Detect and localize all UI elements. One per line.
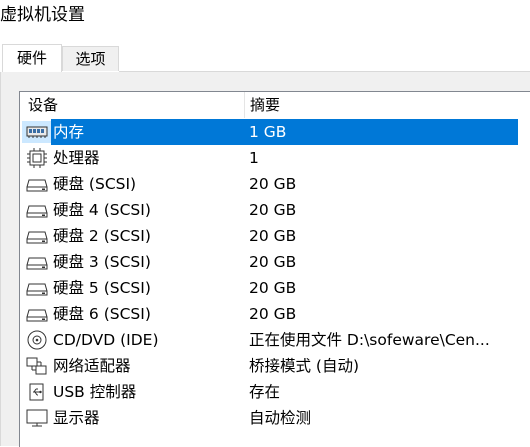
hard-disk-icon [26, 278, 48, 298]
device-summary: 20 GB [249, 201, 297, 219]
device-row-hard-disk-5[interactable]: 硬盘 5 (SCSI) 20 GB [20, 275, 530, 301]
window-title: 虚拟机设置 [0, 5, 85, 25]
device-summary: 桥接模式 (自动) [249, 357, 360, 375]
memory-icon [26, 122, 48, 142]
device-summary: 20 GB [249, 279, 297, 297]
tab-bar: 硬件 选项 [0, 44, 530, 72]
device-row-hard-disk[interactable]: 硬盘 (SCSI) 20 GB [20, 171, 530, 197]
device-name: 硬盘 (SCSI) [53, 175, 137, 193]
device-name: 硬盘 4 (SCSI) [53, 201, 151, 219]
device-summary: 1 [249, 149, 259, 167]
device-summary: 20 GB [249, 305, 297, 323]
device-row-memory[interactable]: 内存 1 GB [20, 119, 530, 145]
device-name: 硬盘 5 (SCSI) [53, 279, 151, 297]
column-header-device[interactable]: 设备 [28, 95, 58, 115]
device-row-hard-disk-4[interactable]: 硬盘 4 (SCSI) 20 GB [20, 197, 530, 223]
device-name: USB 控制器 [53, 383, 137, 401]
device-list[interactable]: 设备 摘要 内存 1 GB 处理器 1 硬盘 (SCSI) 20 GB 硬盘 4… [19, 91, 530, 447]
device-summary: 存在 [249, 383, 281, 401]
device-name: 显示器 [53, 409, 100, 427]
device-summary: 20 GB [249, 175, 297, 193]
device-row-network-adapter[interactable]: 网络适配器 桥接模式 (自动) [20, 353, 530, 379]
device-name: 网络适配器 [53, 357, 131, 375]
column-header-summary[interactable]: 摘要 [250, 95, 280, 115]
column-separator[interactable] [244, 92, 245, 118]
list-header: 设备 摘要 [20, 92, 530, 118]
device-name: 内存 [53, 123, 85, 141]
device-name: 硬盘 3 (SCSI) [53, 253, 151, 271]
device-summary: 20 GB [249, 253, 297, 271]
hard-disk-icon [26, 304, 48, 324]
device-row-hard-disk-3[interactable]: 硬盘 3 (SCSI) 20 GB [20, 249, 530, 275]
display-icon [26, 408, 48, 428]
hard-disk-icon [26, 226, 48, 246]
tab-hardware[interactable]: 硬件 [2, 44, 62, 72]
device-row-usb-controller[interactable]: USB 控制器 存在 [20, 379, 530, 405]
hard-disk-icon [26, 252, 48, 272]
device-row-cd-dvd[interactable]: CD/DVD (IDE) 正在使用文件 D:\sofeware\Cen... [20, 327, 530, 353]
tab-options[interactable]: 选项 [62, 46, 119, 71]
processor-icon [26, 148, 48, 168]
device-name: 处理器 [53, 149, 100, 167]
usb-controller-icon [26, 382, 48, 402]
device-name: CD/DVD (IDE) [53, 331, 159, 349]
device-name: 硬盘 6 (SCSI) [53, 305, 151, 323]
cd-dvd-icon [26, 330, 48, 350]
hard-disk-icon [26, 200, 48, 220]
device-name: 硬盘 2 (SCSI) [53, 227, 151, 245]
device-summary: 正在使用文件 D:\sofeware\Cen... [249, 331, 490, 349]
network-adapter-icon [26, 356, 48, 376]
device-summary: 1 GB [249, 123, 287, 141]
device-row-hard-disk-6[interactable]: 硬盘 6 (SCSI) 20 GB [20, 301, 530, 327]
device-summary: 20 GB [249, 227, 297, 245]
device-row-processor[interactable]: 处理器 1 [20, 145, 530, 171]
device-summary: 自动检测 [249, 409, 312, 427]
device-row-hard-disk-2[interactable]: 硬盘 2 (SCSI) 20 GB [20, 223, 530, 249]
hard-disk-icon [26, 174, 48, 194]
device-row-display[interactable]: 显示器 自动检测 [20, 405, 530, 431]
